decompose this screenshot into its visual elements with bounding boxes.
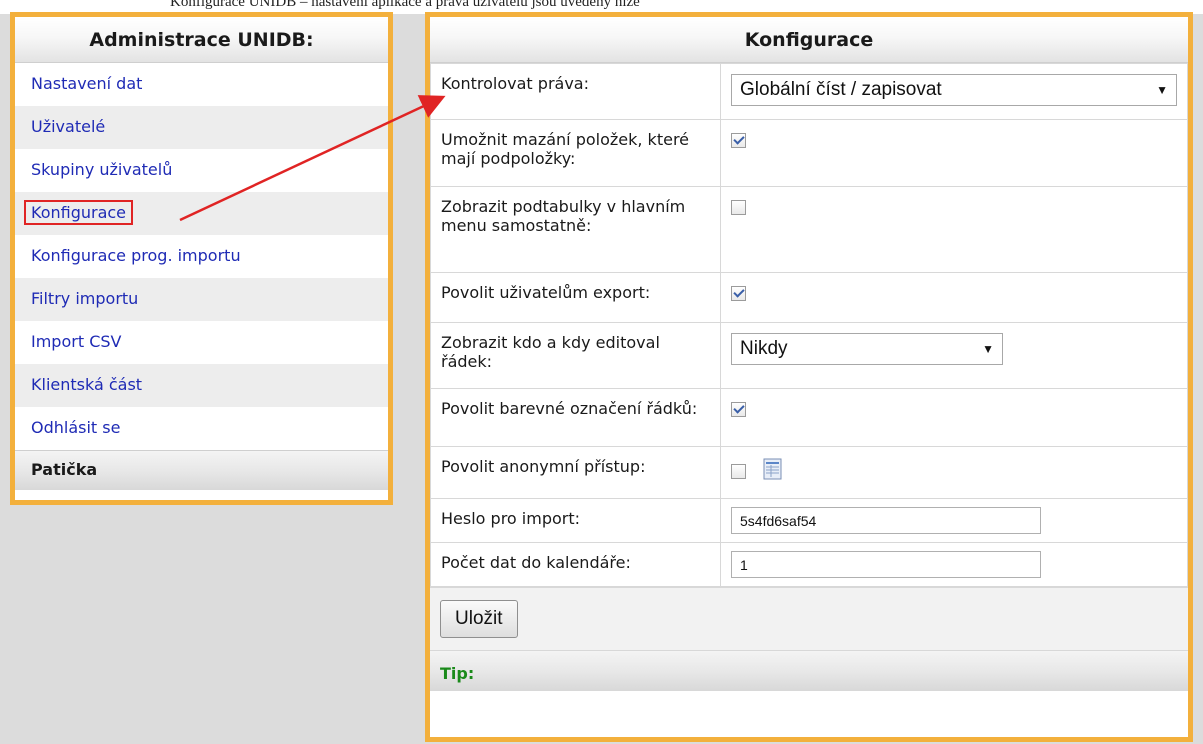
save-button[interactable]: Uložit <box>440 600 518 638</box>
config-row-password: Heslo pro import: <box>430 498 1188 543</box>
config-row-rights: Kontrolovat práva: Globální číst / zapis… <box>430 63 1188 120</box>
anon-checkbox[interactable] <box>731 463 746 479</box>
sidebar-item-label[interactable]: Skupiny uživatelů <box>31 160 172 179</box>
password-label: Heslo pro import: <box>430 498 721 543</box>
anon-label: Povolit anonymní přístup: <box>430 446 721 499</box>
config-row-export: Povolit uživatelům export: <box>430 272 1188 323</box>
config-row-anon: Povolit anonymní přístup: <box>430 446 1188 499</box>
export-cell <box>720 272 1188 323</box>
editor-cell: Nikdy ▼ <box>720 322 1188 389</box>
sidebar-item-filtry-importu[interactable]: Filtry importu <box>15 278 388 321</box>
anon-cell <box>720 446 1188 499</box>
sidebar-item-label[interactable]: Uživatelé <box>31 117 105 136</box>
sidebar-item-klientska-cast[interactable]: Klientská část <box>15 364 388 407</box>
sidebar-item-label[interactable]: Filtry importu <box>31 289 138 308</box>
top-cut-text: Konfigurace UNIDB – nastavení aplikace a… <box>170 0 640 10</box>
config-row-color: Povolit barevné označení řádků: <box>430 388 1188 447</box>
tip-footer: Tip: <box>430 651 1188 691</box>
subtables-label: Zobrazit podtabulky v hlavním menu samos… <box>430 186 721 273</box>
rights-select[interactable]: Globální číst / zapisovat ▼ <box>731 74 1177 106</box>
subtables-cell <box>720 186 1188 273</box>
color-checkbox[interactable] <box>731 402 746 417</box>
rights-label: Kontrolovat práva: <box>430 63 721 120</box>
editor-select-value: Nikdy <box>740 338 788 359</box>
delete-cell <box>720 119 1188 187</box>
config-row-delete: Umožnit mazání položek, které mají podpo… <box>430 119 1188 187</box>
rights-select-value: Globální číst / zapisovat <box>740 79 942 100</box>
color-cell <box>720 388 1188 447</box>
editor-label: Zobrazit kdo a kdy editoval řádek: <box>430 322 721 389</box>
sidebar-nav: Nastavení dat Uživatelé Skupiny uživatel… <box>15 63 388 450</box>
delete-label: Umožnit mazání položek, které mají podpo… <box>430 119 721 187</box>
sidebar-item-label[interactable]: Klientská část <box>31 375 142 394</box>
password-cell <box>720 498 1188 543</box>
config-row-editor: Zobrazit kdo a kdy editoval řádek: Nikdy… <box>430 322 1188 389</box>
export-label: Povolit uživatelům export: <box>430 272 721 323</box>
subtables-checkbox[interactable] <box>731 200 746 215</box>
config-panel: Konfigurace Kontrolovat práva: Globální … <box>425 12 1193 742</box>
sidebar-footer: Patička <box>15 450 388 490</box>
export-checkbox[interactable] <box>731 286 746 301</box>
sidebar-item-import-csv[interactable]: Import CSV <box>15 321 388 364</box>
chevron-down-icon: ▼ <box>982 342 994 356</box>
sidebar-item-odhlasit-se[interactable]: Odhlásit se <box>15 407 388 450</box>
calendar-label: Počet dat do kalendáře: <box>430 542 721 587</box>
config-row-subtables: Zobrazit podtabulky v hlavním menu samos… <box>430 186 1188 273</box>
sidebar-item-label[interactable]: Odhlásit se <box>31 418 120 437</box>
config-title: Konfigurace <box>430 17 1188 63</box>
sidebar-item-label[interactable]: Konfigurace prog. importu <box>31 246 241 265</box>
calendar-cell <box>720 542 1188 587</box>
spreadsheet-icon[interactable] <box>761 457 785 485</box>
sidebar-item-uzivatele[interactable]: Uživatelé <box>15 106 388 149</box>
sidebar-item-label[interactable]: Import CSV <box>31 332 121 351</box>
save-bar: Uložit <box>430 587 1188 651</box>
config-table: Kontrolovat práva: Globální číst / zapis… <box>430 63 1188 587</box>
sidebar-item-label[interactable]: Nastavení dat <box>31 74 142 93</box>
sidebar-item-nastaveni-dat[interactable]: Nastavení dat <box>15 63 388 106</box>
sidebar-title: Administrace UNIDB: <box>15 17 388 63</box>
sidebar-item-konfigurace[interactable]: Konfigurace <box>15 192 388 235</box>
sidebar-item-skupiny-uzivatelu[interactable]: Skupiny uživatelů <box>15 149 388 192</box>
color-label: Povolit barevné označení řádků: <box>430 388 721 447</box>
import-password-input[interactable] <box>731 507 1041 534</box>
chevron-down-icon: ▼ <box>1156 83 1168 97</box>
delete-checkbox[interactable] <box>731 133 746 148</box>
admin-sidebar: Administrace UNIDB: Nastavení dat Uživat… <box>10 12 393 505</box>
calendar-count-input[interactable] <box>731 551 1041 578</box>
rights-cell: Globální číst / zapisovat ▼ <box>720 63 1188 120</box>
sidebar-item-konfigurace-importu[interactable]: Konfigurace prog. importu <box>15 235 388 278</box>
config-row-calendar: Počet dat do kalendáře: <box>430 542 1188 587</box>
editor-select[interactable]: Nikdy ▼ <box>731 333 1003 365</box>
sidebar-item-label[interactable]: Konfigurace <box>24 200 134 225</box>
